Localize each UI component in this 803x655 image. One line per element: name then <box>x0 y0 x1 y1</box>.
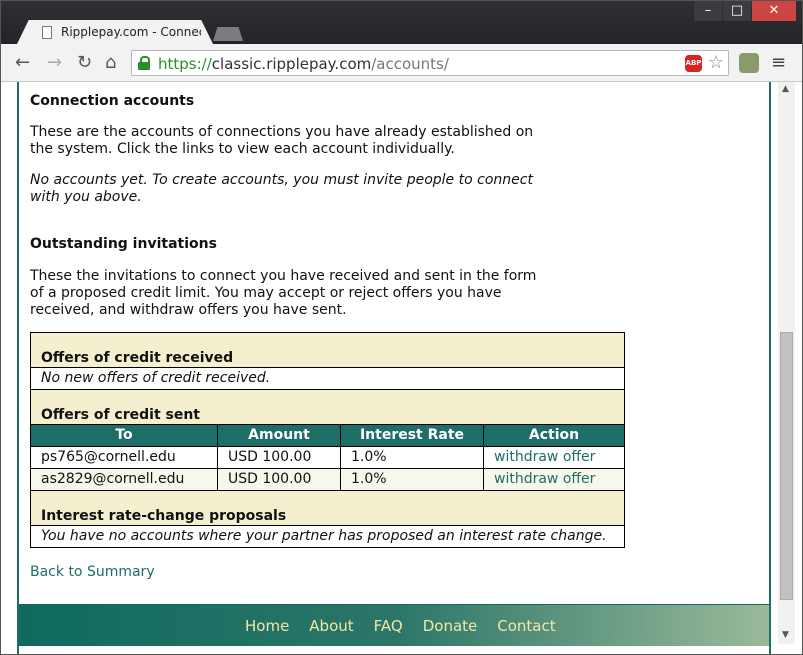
adblock-icon[interactable]: ABP <box>685 55 702 72</box>
footer-link-faq[interactable]: FAQ <box>374 617 403 635</box>
forward-arrow-icon[interactable]: → <box>47 52 62 73</box>
cell-amount: USD 100.00 <box>217 446 341 469</box>
cell-rate: 1.0% <box>340 468 484 491</box>
minimize-icon[interactable]: – <box>694 1 722 21</box>
maximize-icon[interactable]: □ <box>723 1 751 21</box>
withdraw-offer-link[interactable]: withdraw offer <box>494 471 595 487</box>
url-text: https://classic.ripplepay.com/accounts/ <box>158 55 449 73</box>
invitations-description: These the invitations to connect you hav… <box>30 268 537 318</box>
cell-to: ps765@cornell.edu <box>30 446 218 469</box>
address-bar[interactable]: https://classic.ripplepay.com/accounts/ … <box>131 50 729 76</box>
cell-amount: USD 100.00 <box>217 468 341 491</box>
page-viewport: Connection accounts These are the accoun… <box>1 82 802 654</box>
connection-description: These are the accounts of connections yo… <box>30 124 534 157</box>
vertical-scrollbar[interactable]: ▲ ▼ <box>778 82 795 644</box>
connection-empty: No accounts yet. To create accounts, you… <box>30 172 533 205</box>
extension-icon[interactable] <box>739 53 759 73</box>
offers-sent-heading: Offers of credit sent <box>30 389 625 425</box>
tab-title: Ripplepay.com - Connec <box>61 25 201 39</box>
footer-link-contact[interactable]: Contact <box>497 617 555 635</box>
offers-received-heading: Offers of credit received <box>30 332 625 368</box>
back-arrow-icon[interactable]: ← <box>15 52 30 73</box>
browser-window: Ripplepay.com - Connec ✕ – □ ✕ ← → ↻ ⌂ h… <box>0 0 803 655</box>
connection-heading: Connection accounts <box>30 93 195 109</box>
column-header-action: Action <box>483 424 625 447</box>
rate-changes-empty: You have no accounts where your partner … <box>30 525 625 548</box>
scroll-down-icon[interactable]: ▼ <box>782 630 789 640</box>
bookmark-star-icon[interactable]: ☆ <box>708 52 724 73</box>
page-favicon-icon <box>42 26 52 39</box>
invitations-heading: Outstanding invitations <box>30 236 217 252</box>
lock-icon <box>138 56 150 70</box>
column-header-to: To <box>30 424 218 447</box>
home-icon[interactable]: ⌂ <box>105 52 116 73</box>
scrollbar-thumb[interactable] <box>780 332 793 600</box>
tab-active[interactable]: Ripplepay.com - Connec ✕ <box>17 20 213 44</box>
scroll-up-icon[interactable]: ▲ <box>782 84 789 94</box>
browser-toolbar: ← → ↻ ⌂ https://classic.ripplepay.com/ac… <box>1 44 802 82</box>
footer: Home About FAQ Donate Contact <box>19 604 769 646</box>
rate-changes-heading: Interest rate-change proposals <box>30 490 625 526</box>
cell-to: as2829@cornell.edu <box>30 468 218 491</box>
table-row: ps765@cornell.edu USD 100.00 1.0% withdr… <box>30 446 625 469</box>
column-header-amount: Amount <box>217 424 341 447</box>
page-container: Connection accounts These are the accoun… <box>17 82 771 654</box>
title-bar: Ripplepay.com - Connec ✕ – □ ✕ <box>1 1 802 44</box>
footer-link-donate[interactable]: Donate <box>423 617 478 635</box>
offers-received-empty: No new offers of credit received. <box>30 367 625 390</box>
menu-icon[interactable]: ≡ <box>771 52 786 73</box>
footer-link-about[interactable]: About <box>309 617 353 635</box>
offers-table: Offers of credit received No new offers … <box>30 332 625 548</box>
table-row: as2829@cornell.edu USD 100.00 1.0% withd… <box>30 468 625 491</box>
footer-nav: Home About FAQ Donate Contact <box>245 617 576 635</box>
back-to-summary-link[interactable]: Back to Summary <box>30 564 155 581</box>
withdraw-offer-link[interactable]: withdraw offer <box>494 449 595 465</box>
close-window-icon[interactable]: ✕ <box>752 1 796 21</box>
new-tab-button[interactable] <box>213 27 243 41</box>
reload-icon[interactable]: ↻ <box>77 52 92 73</box>
footer-link-home[interactable]: Home <box>245 617 289 635</box>
column-header-interest-rate: Interest Rate <box>340 424 484 447</box>
cell-rate: 1.0% <box>340 446 484 469</box>
